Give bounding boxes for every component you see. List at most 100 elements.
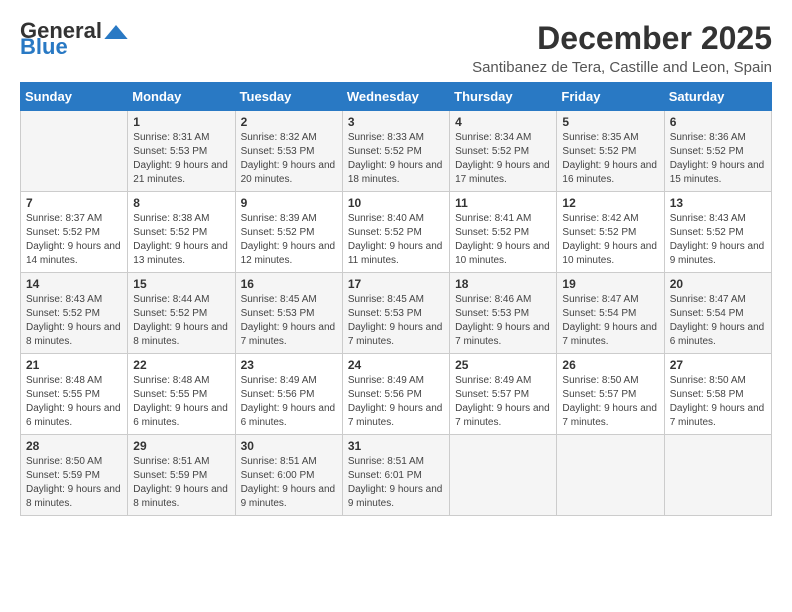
day-info: Sunrise: 8:33 AMSunset: 5:52 PMDaylight:… xyxy=(348,131,444,187)
day-info: Sunrise: 8:48 AMSunset: 5:55 PMDaylight:… xyxy=(133,374,229,430)
day-cell: 1 Sunrise: 8:31 AMSunset: 5:53 PMDaylight… xyxy=(128,111,235,192)
day-cell: 22 Sunrise: 8:48 AMSunset: 5:55 PMDayligh… xyxy=(128,354,235,435)
day-info: Sunrise: 8:51 AMSunset: 6:01 PMDaylight:… xyxy=(348,455,444,511)
day-cell: 7Sunrise: 8:37 AMSunset: 5:52 PMDaylight… xyxy=(21,192,128,273)
logo-blue: Blue xyxy=(20,36,68,58)
day-info: Sunrise: 8:35 AMSunset: 5:52 PMDaylight:… xyxy=(562,131,658,187)
day-cell: 17Sunrise: 8:45 AMSunset: 5:53 PMDayligh… xyxy=(342,273,449,354)
day-info: Sunrise: 8:34 AMSunset: 5:52 PMDaylight:… xyxy=(455,131,551,187)
day-info: Sunrise: 8:46 AMSunset: 5:53 PMDaylight:… xyxy=(455,293,551,349)
day-cell: 28Sunrise: 8:50 AMSunset: 5:59 PMDayligh… xyxy=(21,435,128,516)
day-number: 16 xyxy=(241,277,337,291)
day-info: Sunrise: 8:51 AMSunset: 6:00 PMDaylight:… xyxy=(241,455,337,511)
day-cell: 9Sunrise: 8:39 AMSunset: 5:52 PMDaylight… xyxy=(235,192,342,273)
day-number: 18 xyxy=(455,277,551,291)
day-cell: 3 Sunrise: 8:33 AMSunset: 5:52 PMDaylight… xyxy=(342,111,449,192)
day-number: 11 xyxy=(455,196,551,210)
logo-icon xyxy=(104,25,128,39)
location: Santibanez de Tera, Castille and Leon, S… xyxy=(472,59,772,76)
day-info: Sunrise: 8:38 AMSunset: 5:52 PMDaylight:… xyxy=(133,212,229,268)
week-row-1: 1 Sunrise: 8:31 AMSunset: 5:53 PMDaylight… xyxy=(21,111,772,192)
week-row-4: 21 Sunrise: 8:48 AMSunset: 5:55 PMDayligh… xyxy=(21,354,772,435)
day-info: Sunrise: 8:49 AMSunset: 5:56 PMDaylight:… xyxy=(241,374,337,430)
day-info: Sunrise: 8:47 AMSunset: 5:54 PMDaylight:… xyxy=(562,293,658,349)
header-wednesday: Wednesday xyxy=(342,83,449,111)
day-cell: 8 Sunrise: 8:38 AMSunset: 5:52 PMDaylight… xyxy=(128,192,235,273)
day-number: 21 xyxy=(26,358,122,372)
week-row-3: 14 Sunrise: 8:43 AMSunset: 5:52 PMDayligh… xyxy=(21,273,772,354)
day-cell: 15 Sunrise: 8:44 AMSunset: 5:52 PMDayligh… xyxy=(128,273,235,354)
day-info: Sunrise: 8:50 AMSunset: 5:57 PMDaylight:… xyxy=(562,374,658,430)
day-number: 6 xyxy=(670,115,766,129)
day-info: Sunrise: 8:31 AMSunset: 5:53 PMDaylight:… xyxy=(133,131,229,187)
day-cell: 14 Sunrise: 8:43 AMSunset: 5:52 PMDayligh… xyxy=(21,273,128,354)
day-cell: 21Sunrise: 8:48 AMSunset: 5:55 PMDayligh… xyxy=(21,354,128,435)
day-number: 22 xyxy=(133,358,229,372)
day-number: 13 xyxy=(670,196,766,210)
day-cell xyxy=(21,111,128,192)
day-info: Sunrise: 8:36 AMSunset: 5:52 PMDaylight:… xyxy=(670,131,766,187)
day-info: Sunrise: 8:43 AMSunset: 5:52 PMDaylight:… xyxy=(670,212,766,268)
day-number: 27 xyxy=(670,358,766,372)
day-number: 8 xyxy=(133,196,229,210)
day-number: 19 xyxy=(562,277,658,291)
day-number: 15 xyxy=(133,277,229,291)
day-cell: 16 Sunrise: 8:45 AMSunset: 5:53 PMDayligh… xyxy=(235,273,342,354)
month-title: December 2025 xyxy=(472,20,772,57)
day-number: 5 xyxy=(562,115,658,129)
day-cell xyxy=(450,435,557,516)
day-cell: 19 Sunrise: 8:47 AMSunset: 5:54 PMDayligh… xyxy=(557,273,664,354)
header-monday: Monday xyxy=(128,83,235,111)
day-number: 3 xyxy=(348,115,444,129)
day-cell: 11 Sunrise: 8:41 AMSunset: 5:52 PMDayligh… xyxy=(450,192,557,273)
day-number: 14 xyxy=(26,277,122,291)
day-cell: 6 Sunrise: 8:36 AMSunset: 5:52 PMDaylight… xyxy=(664,111,771,192)
calendar-table: SundayMondayTuesdayWednesdayThursdayFrid… xyxy=(20,82,772,516)
day-info: Sunrise: 8:51 AMSunset: 5:59 PMDaylight:… xyxy=(133,455,229,511)
day-info: Sunrise: 8:40 AMSunset: 5:52 PMDaylight:… xyxy=(348,212,444,268)
day-info: Sunrise: 8:41 AMSunset: 5:52 PMDaylight:… xyxy=(455,212,551,268)
header-thursday: Thursday xyxy=(450,83,557,111)
day-number: 25 xyxy=(455,358,551,372)
header-tuesday: Tuesday xyxy=(235,83,342,111)
day-cell: 5 Sunrise: 8:35 AMSunset: 5:52 PMDaylight… xyxy=(557,111,664,192)
day-cell: 25 Sunrise: 8:49 AMSunset: 5:57 PMDayligh… xyxy=(450,354,557,435)
day-number: 28 xyxy=(26,439,122,453)
day-info: Sunrise: 8:44 AMSunset: 5:52 PMDaylight:… xyxy=(133,293,229,349)
day-number: 12 xyxy=(562,196,658,210)
day-cell: 4 Sunrise: 8:34 AMSunset: 5:52 PMDaylight… xyxy=(450,111,557,192)
logo: General Blue xyxy=(20,20,128,58)
day-cell: 26 Sunrise: 8:50 AMSunset: 5:57 PMDayligh… xyxy=(557,354,664,435)
day-info: Sunrise: 8:49 AMSunset: 5:56 PMDaylight:… xyxy=(348,374,444,430)
day-number: 23 xyxy=(241,358,337,372)
day-number: 26 xyxy=(562,358,658,372)
day-cell: 2Sunrise: 8:32 AMSunset: 5:53 PMDaylight… xyxy=(235,111,342,192)
day-info: Sunrise: 8:45 AMSunset: 5:53 PMDaylight:… xyxy=(241,293,337,349)
day-cell: 24 Sunrise: 8:49 AMSunset: 5:56 PMDayligh… xyxy=(342,354,449,435)
week-row-5: 28Sunrise: 8:50 AMSunset: 5:59 PMDayligh… xyxy=(21,435,772,516)
day-info: Sunrise: 8:42 AMSunset: 5:52 PMDaylight:… xyxy=(562,212,658,268)
day-number: 20 xyxy=(670,277,766,291)
day-info: Sunrise: 8:50 AMSunset: 5:58 PMDaylight:… xyxy=(670,374,766,430)
day-cell: 20Sunrise: 8:47 AMSunset: 5:54 PMDayligh… xyxy=(664,273,771,354)
day-cell: 13 Sunrise: 8:43 AMSunset: 5:52 PMDayligh… xyxy=(664,192,771,273)
header-sunday: Sunday xyxy=(21,83,128,111)
day-number: 24 xyxy=(348,358,444,372)
day-info: Sunrise: 8:43 AMSunset: 5:52 PMDaylight:… xyxy=(26,293,122,349)
day-cell xyxy=(664,435,771,516)
day-number: 1 xyxy=(133,115,229,129)
day-number: 17 xyxy=(348,277,444,291)
title-section: December 2025 Santibanez de Tera, Castil… xyxy=(472,20,772,76)
day-cell: 30Sunrise: 8:51 AMSunset: 6:00 PMDayligh… xyxy=(235,435,342,516)
week-row-2: 7Sunrise: 8:37 AMSunset: 5:52 PMDaylight… xyxy=(21,192,772,273)
day-cell: 29 Sunrise: 8:51 AMSunset: 5:59 PMDayligh… xyxy=(128,435,235,516)
day-number: 4 xyxy=(455,115,551,129)
day-cell: 27 Sunrise: 8:50 AMSunset: 5:58 PMDayligh… xyxy=(664,354,771,435)
day-number: 29 xyxy=(133,439,229,453)
day-number: 7 xyxy=(26,196,122,210)
header-saturday: Saturday xyxy=(664,83,771,111)
day-info: Sunrise: 8:49 AMSunset: 5:57 PMDaylight:… xyxy=(455,374,551,430)
day-info: Sunrise: 8:32 AMSunset: 5:53 PMDaylight:… xyxy=(241,131,337,187)
day-number: 10 xyxy=(348,196,444,210)
header-friday: Friday xyxy=(557,83,664,111)
